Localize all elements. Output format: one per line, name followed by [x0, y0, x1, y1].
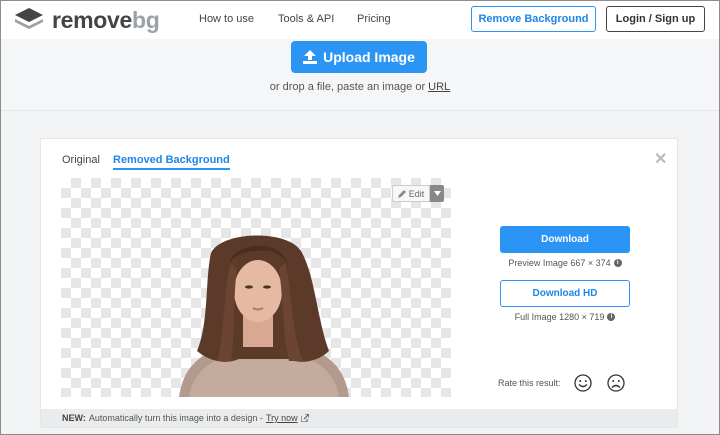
remove-background-button[interactable]: Remove Background — [471, 6, 596, 32]
close-icon[interactable]: ✕ — [654, 149, 667, 169]
try-now-link[interactable]: Try now — [266, 413, 298, 423]
result-card: Original Removed Background ✕ Edit Downl… — [40, 138, 678, 428]
full-image-info-text: Full Image 1280 × 719 — [514, 312, 605, 322]
external-link-icon — [300, 414, 309, 422]
tab-original[interactable]: Original — [62, 154, 100, 166]
result-preview: Edit — [61, 178, 451, 397]
logo[interactable]: removebg — [14, 7, 160, 33]
sad-face-icon[interactable] — [607, 374, 625, 392]
tab-removed-background[interactable]: Removed Background — [113, 154, 230, 170]
upload-image-label: Upload Image — [323, 49, 415, 65]
logo-layers-icon — [15, 8, 43, 29]
url-link[interactable]: URL — [428, 81, 450, 93]
preview-image-info: Preview Image 667 × 374 i — [490, 258, 640, 268]
caret-down-icon — [433, 191, 441, 196]
pencil-icon — [397, 189, 406, 198]
happy-face-icon[interactable] — [574, 374, 592, 392]
edit-label: Edit — [408, 188, 425, 199]
browser-viewport: removebg How to use Tools & API Pricing … — [0, 0, 720, 435]
drop-hint: or drop a file, paste an image or URL — [1, 81, 719, 93]
nav-how-to-use[interactable]: How to use — [199, 13, 254, 25]
nav-pricing[interactable]: Pricing — [357, 13, 391, 25]
rate-result-label: Rate this result: — [498, 378, 561, 388]
new-feature-banner: NEW: Automatically turn this image into … — [41, 409, 677, 427]
info-icon[interactable]: i — [613, 259, 622, 267]
upload-icon — [303, 50, 318, 64]
person-cutout-image — [179, 235, 349, 397]
logo-text: removebg — [52, 6, 160, 33]
edit-control: Edit — [392, 185, 444, 202]
edit-dropdown-toggle[interactable] — [430, 185, 444, 202]
banner-new-label: NEW: — [62, 413, 86, 423]
preview-image-info-text: Preview Image 667 × 374 — [508, 258, 611, 268]
top-navbar: removebg How to use Tools & API Pricing … — [1, 1, 719, 39]
info-icon[interactable]: i — [607, 313, 616, 321]
nav-tools-api[interactable]: Tools & API — [278, 13, 334, 25]
login-signup-button[interactable]: Login / Sign up — [606, 6, 705, 32]
download-hd-button[interactable]: Download HD — [500, 280, 630, 307]
download-button[interactable]: Download — [500, 226, 630, 253]
upload-section: Upload Image or drop a file, paste an im… — [1, 39, 719, 111]
banner-text: Automatically turn this image into a des… — [88, 413, 263, 423]
edit-button[interactable]: Edit — [392, 185, 430, 202]
drop-hint-text: or drop a file, paste an image or — [269, 81, 426, 93]
upload-image-button[interactable]: Upload Image — [291, 41, 427, 73]
full-image-info: Full Image 1280 × 719 i — [490, 312, 640, 322]
